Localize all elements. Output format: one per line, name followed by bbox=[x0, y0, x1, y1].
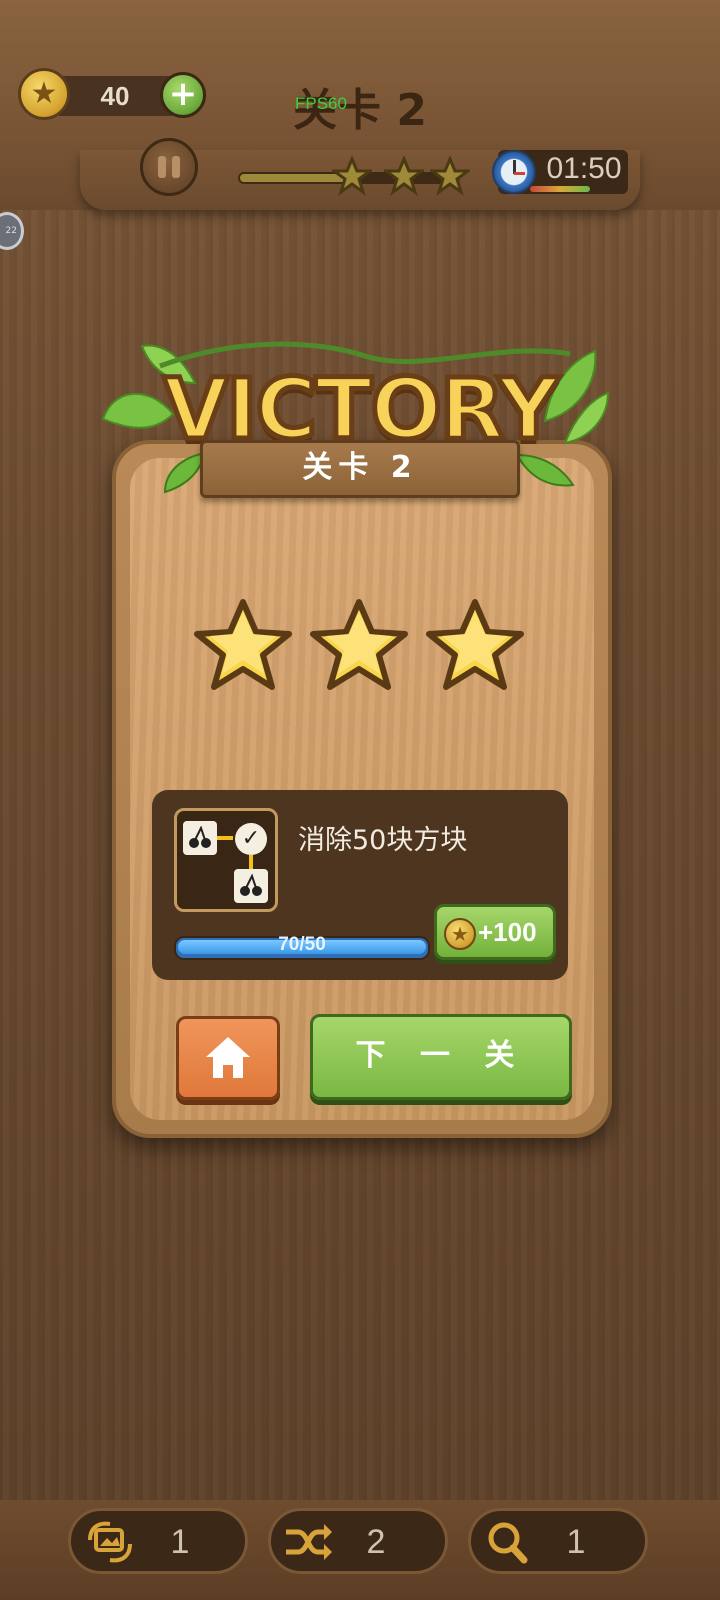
alarm-clock-icon bbox=[492, 150, 536, 194]
quest-progress-text: 70/50 bbox=[278, 934, 326, 955]
pause-button[interactable] bbox=[140, 138, 198, 196]
add-coins-button[interactable]: + bbox=[160, 72, 206, 118]
link-line bbox=[249, 855, 253, 869]
progress-star-icon bbox=[384, 156, 424, 196]
cherry-tile-icon bbox=[234, 869, 268, 903]
earned-star-icon bbox=[194, 599, 292, 690]
link-line bbox=[217, 836, 233, 840]
cherry-tile-icon bbox=[183, 821, 217, 855]
earned-star-icon bbox=[426, 599, 524, 690]
progress-star-icon bbox=[332, 156, 372, 196]
side-float-button[interactable]: 22 bbox=[0, 212, 24, 250]
fps-counter: FPS60 bbox=[295, 94, 347, 113]
search-icon bbox=[488, 1522, 528, 1564]
tool-count: 1 bbox=[170, 1523, 190, 1561]
next-level-label[interactable]: 下 一 关 bbox=[310, 1034, 572, 1078]
quest-icon: ✓ bbox=[174, 808, 278, 912]
earned-star-icon bbox=[310, 599, 408, 690]
tool-count: 2 bbox=[366, 1523, 386, 1561]
coin-star-icon: ★ bbox=[444, 918, 476, 950]
check-icon: ✓ bbox=[235, 823, 267, 855]
victory-title: VICTORY bbox=[161, 358, 562, 461]
tool-count: 1 bbox=[566, 1523, 586, 1561]
victory-level-label: 关卡 2 bbox=[302, 450, 418, 485]
coin-count: 40 bbox=[100, 81, 130, 111]
reward-amount[interactable]: +100 bbox=[478, 912, 556, 952]
quest-description: 消除50块方块 bbox=[298, 825, 468, 856]
timer-text: 01:50 bbox=[546, 152, 622, 185]
home-icon bbox=[206, 1037, 250, 1078]
swap-image-icon bbox=[88, 1521, 132, 1563]
coin-star-icon: ★ bbox=[18, 68, 70, 120]
home-button[interactable] bbox=[176, 1016, 280, 1100]
shuffle-icon bbox=[286, 1524, 332, 1560]
progress-star-icon bbox=[430, 156, 470, 196]
level-title: 关卡 2 bbox=[293, 85, 427, 136]
